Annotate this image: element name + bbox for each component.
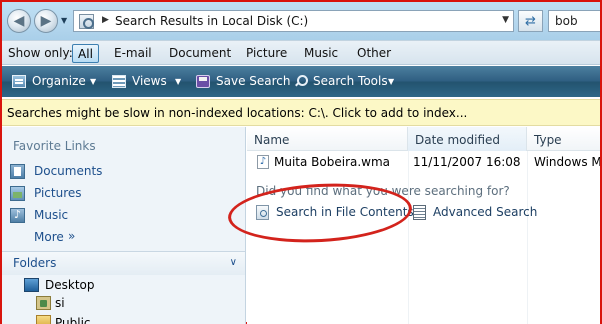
favorite-music[interactable]: Music: [10, 207, 240, 225]
tree-item-si[interactable]: si: [2, 295, 245, 313]
organize-button[interactable]: Organize: [32, 74, 86, 88]
search-tools-button[interactable]: Search Tools: [313, 74, 388, 88]
navigation-pane: Favorite Links Documents Pictures Music …: [2, 127, 246, 324]
breadcrumb-path[interactable]: Search Results in Local Disk (C:): [115, 14, 308, 28]
back-arrow-icon: ◀: [13, 13, 25, 29]
filter-document-button[interactable]: Document: [169, 46, 231, 60]
advanced-search-icon: [413, 205, 426, 220]
organize-icon[interactable]: [12, 75, 26, 88]
file-name: Muita Bobeira.wma: [274, 155, 391, 169]
file-date-modified: 11/11/2007 16:08: [413, 155, 521, 169]
refresh-icon: ⇄: [525, 13, 536, 29]
views-icon[interactable]: [112, 75, 126, 88]
chevron-down-icon: ∨: [229, 257, 237, 268]
link-label: Advanced Search: [433, 205, 538, 219]
double-chevron-right-icon: »: [68, 229, 76, 243]
show-only-bar: Show only: All E-mail Document Picture M…: [2, 40, 600, 65]
filter-other-button[interactable]: Other: [357, 46, 391, 60]
show-only-label: Show only:: [8, 46, 73, 60]
favorite-label: Music: [34, 208, 69, 222]
documents-folder-icon: [10, 164, 25, 179]
column-header-type[interactable]: Type: [527, 127, 600, 151]
tree-item-public[interactable]: Public: [2, 314, 245, 324]
favorite-documents[interactable]: Documents: [10, 163, 240, 181]
link-label: Search in File Contents: [276, 205, 414, 219]
save-search-button[interactable]: Save Search: [216, 74, 291, 88]
pictures-folder-icon: [10, 186, 25, 201]
folders-header[interactable]: Folders ∨: [2, 251, 245, 275]
search-input[interactable]: bob: [548, 10, 600, 32]
forward-button[interactable]: ▶: [34, 9, 58, 33]
command-bar: Organize ▼ Views ▼ Save Search Search To…: [2, 66, 600, 97]
organize-dropdown-icon[interactable]: ▼: [90, 77, 96, 86]
column-header-date-modified[interactable]: Date modified: [408, 127, 527, 151]
favorite-links-heading: Favorite Links: [13, 139, 96, 153]
tree-item-label: Public: [55, 316, 91, 324]
breadcrumb-separator[interactable]: ▶: [102, 15, 109, 25]
search-feedback-prompt: Did you find what you were searching for…: [256, 184, 510, 198]
user-folder-icon: [36, 296, 51, 310]
file-list-pane: Name Date modified Type ♪ Muita Bobeira.…: [247, 127, 600, 324]
filter-picture-button[interactable]: Picture: [246, 46, 287, 60]
address-bar: ◀ ▶ ▼ ▶ Search Results in Local Disk (C:…: [2, 2, 600, 40]
folder-icon: [36, 315, 51, 324]
music-folder-icon: [10, 208, 25, 223]
tree-item-desktop[interactable]: Desktop: [2, 277, 245, 295]
search-contents-icon: [256, 205, 269, 220]
column-header-row: Name Date modified Type: [247, 127, 600, 151]
file-type: Windows Me: [534, 155, 600, 169]
forward-arrow-icon: ▶: [40, 13, 52, 29]
views-button[interactable]: Views: [132, 74, 167, 88]
favorite-label: Pictures: [34, 186, 82, 200]
tree-item-label: si: [55, 296, 65, 310]
filter-email-button[interactable]: E-mail: [114, 46, 152, 60]
column-divider: [408, 151, 409, 324]
desktop-icon: [24, 278, 39, 292]
favorite-pictures[interactable]: Pictures: [10, 185, 240, 203]
folders-label: Folders: [13, 256, 57, 270]
tree-item-label: Desktop: [45, 278, 95, 292]
back-button[interactable]: ◀: [7, 9, 31, 33]
more-label: More: [34, 230, 64, 244]
search-tools-dropdown-icon[interactable]: ▼: [388, 77, 394, 86]
audio-file-icon: ♪: [257, 155, 269, 169]
recent-pages-dropdown[interactable]: ▼: [61, 16, 70, 25]
views-dropdown-icon[interactable]: ▼: [175, 77, 181, 86]
favorite-more-link[interactable]: More »: [10, 229, 240, 247]
refresh-button[interactable]: ⇄: [518, 10, 543, 32]
filter-all-button[interactable]: All: [72, 44, 99, 63]
save-search-icon[interactable]: [196, 75, 210, 88]
filter-music-button[interactable]: Music: [304, 46, 338, 60]
address-dropdown-icon[interactable]: ▼: [502, 15, 509, 25]
column-header-name[interactable]: Name: [247, 127, 408, 151]
search-tools-icon[interactable]: [294, 75, 308, 88]
index-info-bar[interactable]: Searches might be slow in non-indexed lo…: [2, 99, 600, 126]
table-row[interactable]: ♪ Muita Bobeira.wma 11/11/2007 16:08 Win…: [247, 151, 600, 173]
address-field[interactable]: ▶ Search Results in Local Disk (C:) ▼: [73, 10, 514, 32]
search-folder-icon: [79, 14, 94, 29]
column-divider: [527, 151, 528, 324]
favorite-label: Documents: [34, 164, 103, 178]
